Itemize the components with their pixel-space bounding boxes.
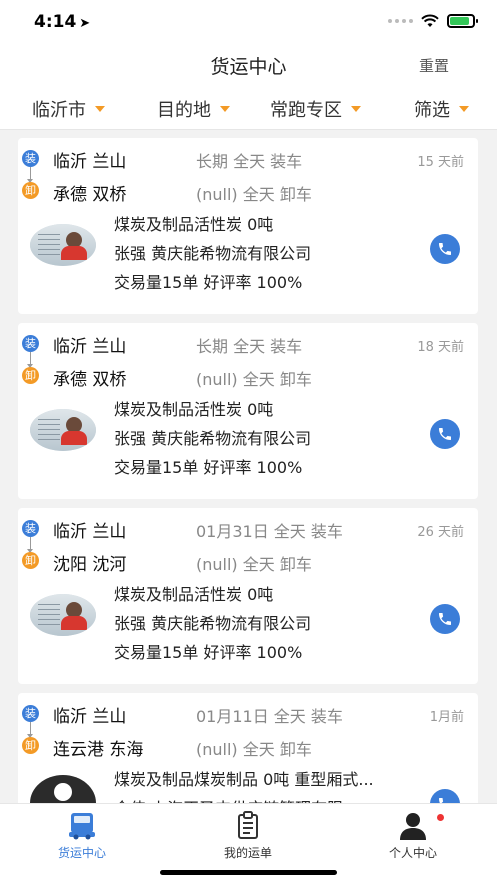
battery-level xyxy=(450,17,469,25)
person-icon xyxy=(400,813,426,840)
nav-bar: 货运中心 重置 xyxy=(0,46,497,84)
unload-tag: 卸 xyxy=(22,552,39,569)
destination-city: 承德 双桥 xyxy=(53,370,127,390)
filter-destination-dropdown[interactable]: 目的地 xyxy=(157,96,230,122)
avatar xyxy=(30,409,96,451)
avatar xyxy=(30,775,96,803)
shipper-company: 张强 黄庆能希物流有限公司 xyxy=(114,429,312,448)
status-bar: 4:14 ➤ xyxy=(0,0,497,46)
tab-my-orders[interactable]: 我的运单 xyxy=(188,804,308,864)
load-tag: 装 xyxy=(22,520,39,537)
tab-freight-center[interactable]: 货运中心 xyxy=(22,804,142,864)
avatar xyxy=(30,224,96,266)
posted-time: 26 天前 xyxy=(417,525,464,540)
destination-info: (null) 全天 卸车 xyxy=(196,370,312,389)
shipper-stats: 交易量15单 好评率 100% xyxy=(114,643,303,662)
shipper-company: 张强 黄庆能希物流有限公司 xyxy=(114,614,312,633)
filter-bar: 临沂市 目的地 常跑专区 筛选 xyxy=(0,84,497,130)
location-arrow-icon: ➤ xyxy=(79,16,91,31)
posted-time: 1月前 xyxy=(429,710,464,725)
origin-info: 01月11日 全天 装车 xyxy=(196,707,343,726)
load-tag: 装 xyxy=(22,705,39,722)
call-button[interactable] xyxy=(430,789,460,803)
clock-text: 4:14 xyxy=(34,12,77,32)
origin-city: 临沂 兰山 xyxy=(53,152,127,172)
filter-origin-dropdown[interactable]: 临沂市 xyxy=(32,96,105,122)
cargo-description: 煤炭及制品活性炭 0吨 xyxy=(114,585,274,604)
origin-city: 临沂 兰山 xyxy=(53,337,127,357)
call-button[interactable] xyxy=(430,419,460,449)
filter-label: 目的地 xyxy=(157,100,211,121)
home-indicator[interactable] xyxy=(160,870,337,875)
tab-profile[interactable]: 个人中心 xyxy=(353,804,473,864)
origin-info: 长期 全天 装车 xyxy=(196,337,303,356)
origin-info: 长期 全天 装车 xyxy=(196,152,303,171)
route-arrow-icon xyxy=(27,167,33,183)
destination-info: (null) 全天 卸车 xyxy=(196,555,312,574)
destination-city: 承德 双桥 xyxy=(53,185,127,205)
filter-label: 常跑专区 xyxy=(270,100,342,121)
cargo-description: 煤炭及制品活性炭 0吨 xyxy=(114,215,274,234)
unload-tag: 卸 xyxy=(22,737,39,754)
filter-frequent-dropdown[interactable]: 常跑专区 xyxy=(270,96,361,122)
caret-down-icon xyxy=(220,106,230,112)
destination-city: 沈阳 沈河 xyxy=(53,555,127,575)
battery-icon xyxy=(447,14,478,28)
route-arrow-icon xyxy=(27,352,33,368)
clipboard-icon xyxy=(238,811,258,839)
caret-down-icon xyxy=(459,106,469,112)
tab-bar: 货运中心 我的运单 个人中心 xyxy=(0,803,497,883)
signal-icon xyxy=(388,19,413,23)
caret-down-icon xyxy=(95,106,105,112)
posted-time: 18 天前 xyxy=(417,340,464,355)
phone-icon xyxy=(439,798,444,803)
destination-info: (null) 全天 卸车 xyxy=(196,740,312,759)
destination-info: (null) 全天 卸车 xyxy=(196,185,312,204)
route-arrow-icon xyxy=(27,722,33,738)
shipper-stats: 交易量15单 好评率 100% xyxy=(114,458,303,477)
status-time: 4:14 ➤ xyxy=(34,12,90,32)
origin-city: 临沂 兰山 xyxy=(53,707,127,727)
filter-more-dropdown[interactable]: 筛选 xyxy=(414,96,469,122)
filter-label: 临沂市 xyxy=(32,100,86,121)
unload-tag: 卸 xyxy=(22,367,39,384)
tab-label: 货运中心 xyxy=(57,846,106,860)
tab-label: 个人中心 xyxy=(388,846,437,860)
origin-city: 临沂 兰山 xyxy=(53,522,127,542)
cargo-list[interactable]: 装 卸 临沂 兰山 长期 全天 装车 承德 双桥 (null) 全天 卸车 15… xyxy=(0,130,497,803)
cargo-description: 煤炭及制品煤炭制品 0吨 重型厢式... xyxy=(114,770,374,789)
unload-tag: 卸 xyxy=(22,182,39,199)
status-icons xyxy=(388,14,478,28)
shipper-company: 金伟 上海正圣丰供应链管理有限 xyxy=(114,795,343,803)
notification-dot xyxy=(437,814,444,821)
cargo-card[interactable]: 装 卸 临沂 兰山 长期 全天 装车 承德 双桥 (null) 全天 卸车 15… xyxy=(18,138,478,314)
load-tag: 装 xyxy=(22,150,39,167)
cargo-card[interactable]: 装 卸 临沂 兰山 01月31日 全天 装车 沈阳 沈河 (null) 全天 卸… xyxy=(18,508,478,684)
origin-info: 01月31日 全天 装车 xyxy=(196,522,343,541)
route-arrow-icon xyxy=(27,537,33,553)
call-button[interactable] xyxy=(430,234,460,264)
cargo-description: 煤炭及制品活性炭 0吨 xyxy=(114,400,274,419)
filter-label: 筛选 xyxy=(414,100,450,121)
posted-time: 15 天前 xyxy=(417,155,464,170)
cargo-card[interactable]: 装 卸 临沂 兰山 长期 全天 装车 承德 双桥 (null) 全天 卸车 18… xyxy=(18,323,478,499)
phone-icon xyxy=(439,428,451,440)
load-tag: 装 xyxy=(22,335,39,352)
tab-label: 我的运单 xyxy=(223,846,272,860)
destination-city: 连云港 东海 xyxy=(53,740,144,760)
wifi-icon xyxy=(421,14,439,27)
reset-button[interactable]: 重置 xyxy=(419,55,449,76)
cargo-card[interactable]: 装 卸 临沂 兰山 01月11日 全天 装车 连云港 东海 (null) 全天 … xyxy=(18,693,478,803)
caret-down-icon xyxy=(351,106,361,112)
shipper-stats: 交易量15单 好评率 100% xyxy=(114,273,303,292)
truck-icon xyxy=(69,813,95,840)
phone-icon xyxy=(439,243,451,255)
call-button[interactable] xyxy=(430,604,460,634)
avatar xyxy=(30,594,96,636)
shipper-company: 张强 黄庆能希物流有限公司 xyxy=(114,244,312,263)
phone-icon xyxy=(439,613,451,625)
